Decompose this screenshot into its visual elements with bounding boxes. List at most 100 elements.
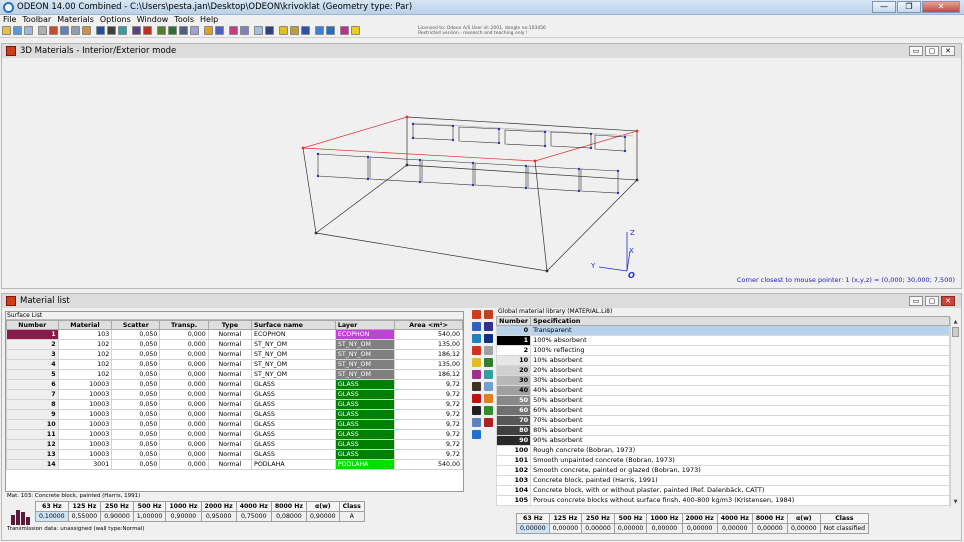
paste-icon[interactable] [484, 382, 493, 391]
menu-help[interactable]: Help [200, 15, 218, 25]
play-icon[interactable] [326, 26, 335, 35]
levels-icon[interactable] [229, 26, 238, 35]
column-header[interactable]: Specification [530, 316, 950, 326]
table-row[interactable]: 1 103 0,050 0,000 Normal ECOPHON ECOPHON 540,00 [6, 329, 463, 340]
table-row[interactable]: 6 10003 0,050 0,000 Normal GLASS GLASS 9,72 [6, 379, 463, 390]
view-icon[interactable] [38, 26, 47, 35]
chart-icon[interactable] [484, 358, 493, 367]
scroll-down-icon[interactable]: ▼ [952, 498, 959, 506]
close-button[interactable]: ✕ [922, 1, 960, 13]
list-item[interactable]: 103 Concrete block, painted (Harris, 1991… [495, 475, 950, 486]
table-row[interactable]: 14 3001 0,050 0,000 Normal PODLAHA PODLAHA 540,… [6, 459, 463, 470]
list-item[interactable]: 2 100% reflecting [495, 345, 950, 356]
table-row[interactable]: 9 10003 0,050 0,000 Normal GLASS GLASS 9,72 [6, 409, 463, 420]
receiver-icon[interactable] [118, 26, 127, 35]
list-item[interactable]: 20 20% absorbent [495, 365, 950, 376]
table-row[interactable]: 10 10003 0,050 0,000 Normal GLASS GLASS 9,72 [6, 419, 463, 430]
magic-icon[interactable] [290, 26, 299, 35]
info-icon[interactable] [472, 430, 481, 439]
column-header[interactable]: Number [6, 320, 59, 330]
list-item[interactable]: 60 60% absorbent [495, 405, 950, 416]
wave-icon[interactable] [315, 26, 324, 35]
table-icon[interactable] [71, 26, 80, 35]
bulb-icon[interactable] [351, 26, 360, 35]
ruler-icon[interactable] [204, 26, 213, 35]
search-icon[interactable] [472, 406, 481, 415]
table-row[interactable]: 13 10003 0,050 0,000 Normal GLASS GLASS 9,72 [6, 449, 463, 460]
delete-icon[interactable] [484, 418, 493, 427]
room-wireframe[interactable] [3, 59, 961, 288]
filter-icon[interactable] [484, 370, 493, 379]
list-item[interactable]: 10 10% absorbent [495, 355, 950, 366]
chart-icon[interactable] [60, 26, 69, 35]
table-row[interactable]: 8 10003 0,050 0,000 Normal GLASS GLASS 9,72 [6, 399, 463, 410]
list-item[interactable]: 70 70% absorbent [495, 415, 950, 426]
menu-tools[interactable]: Tools [174, 15, 194, 25]
auralisation-icon[interactable] [190, 26, 199, 35]
copy-icon[interactable] [472, 382, 481, 391]
globe-icon[interactable] [472, 322, 481, 331]
edit-icon[interactable] [472, 358, 481, 367]
home-icon[interactable] [484, 406, 493, 415]
monitor-icon[interactable] [265, 26, 274, 35]
info-icon[interactable] [96, 26, 105, 35]
menu-toolbar[interactable]: Toolbar [22, 15, 51, 25]
grid-response-icon[interactable] [168, 26, 177, 35]
list-item[interactable]: 101 Smooth unpainted concrete (Bobran, 19… [495, 455, 950, 466]
table-icon[interactable] [484, 322, 493, 331]
scroll-thumb[interactable] [952, 327, 959, 337]
table-row[interactable]: 2 102 0,050 0,000 Normal ST_NY_OM ST_NY_OM 135,… [6, 339, 463, 350]
settings-icon[interactable] [179, 26, 188, 35]
image-icon[interactable] [254, 26, 263, 35]
library-scrollbar[interactable]: ▲ ▼ [950, 317, 959, 507]
material-icon[interactable] [472, 310, 481, 319]
column-header[interactable]: Layer [334, 320, 396, 330]
list-item[interactable]: 105 Porous concrete blocks without surfac… [495, 495, 950, 506]
sphere-icon[interactable] [472, 334, 481, 343]
table-row[interactable]: 12 10003 0,050 0,000 Normal GLASS GLASS 9,72 [6, 439, 463, 450]
column-header[interactable]: Scatter [111, 320, 161, 330]
list-item[interactable]: 80 80% absorbent [495, 425, 950, 436]
dot-icon[interactable] [484, 334, 493, 343]
save-icon[interactable] [13, 26, 22, 35]
network-icon[interactable] [340, 26, 349, 35]
surface-table[interactable]: Number Material Scatter Transp. Type Sur… [6, 320, 463, 470]
star-icon[interactable] [279, 26, 288, 35]
open-folder-icon[interactable] [2, 26, 11, 35]
list-item[interactable]: 40 40% absorbent [495, 385, 950, 396]
minimize-button[interactable]: ▭ [909, 296, 923, 306]
column-header[interactable]: Surface name [251, 320, 336, 330]
column-header[interactable]: Material [57, 320, 113, 330]
list-item[interactable]: 100 Rough concrete (Bobran, 1973) [495, 445, 950, 456]
scroll-up-icon[interactable]: ▲ [952, 318, 959, 326]
minimize-button[interactable]: ▭ [909, 46, 923, 56]
close-button[interactable]: ✕ [941, 46, 955, 56]
decay-icon[interactable] [240, 26, 249, 35]
list-item[interactable]: 50 50% absorbent [495, 395, 950, 406]
column-header[interactable]: Type [207, 320, 253, 330]
table-row[interactable]: 5 102 0,050 0,000 Normal ST_NY_OM ST_NY_OM 186,… [6, 369, 463, 380]
grid-icon[interactable] [49, 26, 58, 35]
speaker-icon[interactable] [132, 26, 141, 35]
book-icon[interactable] [301, 26, 310, 35]
print-icon[interactable] [24, 26, 33, 35]
library-icon[interactable] [484, 310, 493, 319]
cut-icon[interactable] [472, 346, 481, 355]
column-header[interactable]: Area <m²> [394, 320, 463, 330]
close-button[interactable]: ✕ [941, 296, 955, 306]
wrench-icon[interactable] [484, 346, 493, 355]
list-item[interactable]: 104 Concrete block, with or without plast… [495, 485, 950, 496]
minimize-button[interactable]: — [872, 1, 896, 13]
maximize-button[interactable]: ▢ [925, 296, 939, 306]
menu-options[interactable]: Options [100, 15, 131, 25]
material-icon[interactable] [143, 26, 152, 35]
table-row[interactable]: 3 102 0,050 0,000 Normal ST_NY_OM ST_NY_OM 186,… [6, 349, 463, 360]
star-icon[interactable] [484, 394, 493, 403]
maximize-button[interactable]: ▢ [925, 46, 939, 56]
list-item[interactable]: 30 30% absorbent [495, 375, 950, 386]
list-item[interactable]: 1 100% absorbent [495, 335, 950, 346]
source-icon[interactable] [107, 26, 116, 35]
table-row[interactable]: 11 10003 0,050 0,000 Normal GLASS GLASS 9,72 [6, 429, 463, 440]
layers-icon[interactable] [215, 26, 224, 35]
room-3d-view[interactable]: Z Y X O Corner closest to mouse pointer:… [3, 59, 961, 288]
